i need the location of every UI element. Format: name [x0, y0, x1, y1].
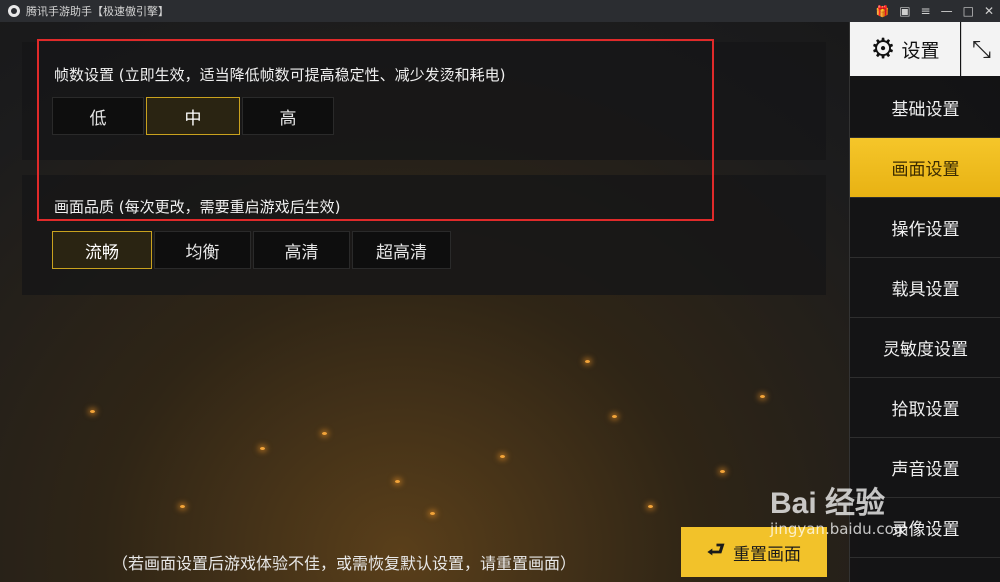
nav-item-vehicle[interactable]: 载具设置 — [850, 258, 1000, 318]
watermark-logo: Bai 经验 — [770, 487, 886, 520]
spark — [760, 395, 765, 398]
close-settings-button[interactable]: ⤡ — [961, 22, 1000, 76]
window-controls: 🎁 ▣ ≡ — □ ✕ — [875, 0, 994, 22]
reset-button-label: 重置画面 — [733, 544, 801, 565]
menu-icon[interactable]: ≡ — [921, 4, 931, 18]
spark — [260, 447, 265, 450]
gear-icon: ⚙ — [870, 32, 896, 65]
spark — [648, 505, 653, 508]
spark — [612, 415, 617, 418]
minimize-icon[interactable]: — — [941, 4, 953, 18]
screen-icon[interactable]: ▣ — [899, 4, 910, 18]
spark — [430, 512, 435, 515]
nav-item-controls[interactable]: 操作设置 — [850, 198, 1000, 258]
quality-section-label: 画面品质 (每次更改，需要重启游戏后生效) — [54, 198, 341, 216]
spark — [180, 505, 185, 508]
nav-item-pickup[interactable]: 拾取设置 — [850, 378, 1000, 438]
fps-option-high[interactable]: 高 — [242, 97, 334, 135]
gift-icon[interactable]: 🎁 — [875, 5, 889, 18]
nav-item-sensitivity[interactable]: 灵敏度设置 — [850, 318, 1000, 378]
fps-segmented-control: 低 中 高 — [52, 97, 334, 135]
quality-option-ultra-hd[interactable]: 超高清 — [352, 231, 451, 269]
fps-option-medium[interactable]: 中 — [146, 97, 240, 135]
reset-icon: ⮐ — [707, 537, 725, 561]
close-window-icon[interactable]: ✕ — [984, 4, 994, 18]
spark — [500, 455, 505, 458]
spark — [395, 480, 400, 483]
fps-section-label: 帧数设置 (立即生效，适当降低帧数可提高稳定性、减少发烫和耗电) — [54, 66, 506, 84]
window-title: 腾讯手游助手【极速傲引擎】 — [26, 5, 169, 18]
quality-option-smooth[interactable]: 流畅 — [52, 231, 152, 269]
settings-title: 设置 — [901, 39, 940, 62]
fps-option-low[interactable]: 低 — [52, 97, 144, 135]
spark — [90, 410, 95, 413]
quality-settings-panel: 画面品质 (每次更改，需要重启游戏后生效) 流畅 均衡 高清 超高清 — [22, 175, 826, 295]
quality-segmented-control: 流畅 均衡 高清 超高清 — [52, 231, 451, 269]
quality-option-hd[interactable]: 高清 — [253, 231, 350, 269]
app-logo-icon — [8, 5, 20, 17]
close-icon: ⤡ — [971, 35, 992, 63]
baidu-watermark: Bai 经验 jingyan.baidu.com — [770, 478, 908, 538]
fps-settings-panel: 帧数设置 (立即生效，适当降低帧数可提高稳定性、减少发烫和耗电) 低 中 高 — [22, 42, 826, 160]
nav-item-basic[interactable]: 基础设置 — [850, 78, 1000, 138]
quality-option-balanced[interactable]: 均衡 — [154, 231, 251, 269]
settings-header: ⚙ 设置 — [850, 22, 960, 76]
maximize-icon[interactable]: □ — [963, 4, 974, 18]
window-titlebar: 腾讯手游助手【极速傲引擎】 🎁 ▣ ≡ — □ ✕ — [0, 0, 1000, 22]
spark — [720, 470, 725, 473]
spark — [585, 360, 590, 363]
reset-hint-text: （若画面设置后游戏体验不佳，或需恢复默认设置，请重置画面） — [112, 554, 577, 573]
spark — [322, 432, 327, 435]
watermark-url: jingyan.baidu.com — [770, 520, 909, 538]
nav-item-graphics[interactable]: 画面设置 — [850, 138, 1000, 198]
